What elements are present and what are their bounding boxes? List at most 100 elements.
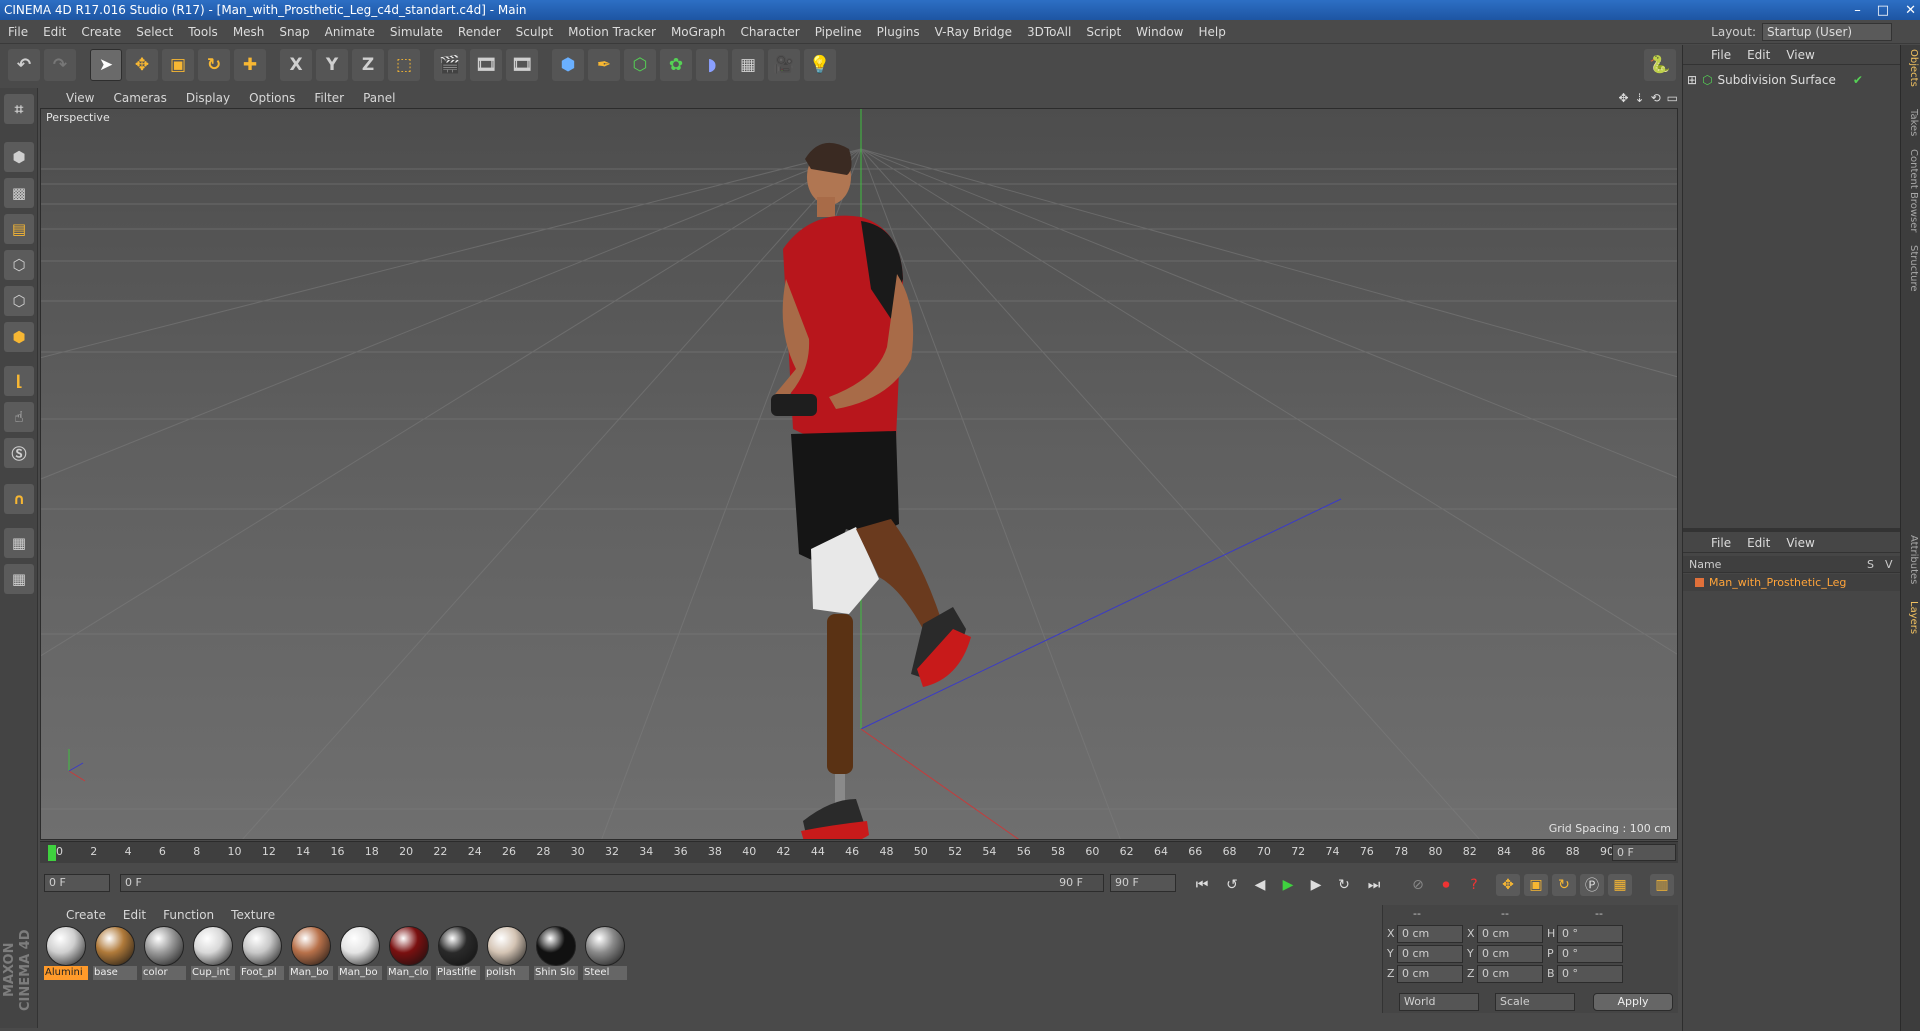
material-menu-edit[interactable]: Edit: [123, 908, 146, 922]
texture-mode-button[interactable]: ▩: [4, 178, 34, 208]
end-frame-field[interactable]: 90 F: [1110, 874, 1176, 892]
tweak-mode-button[interactable]: ☝: [4, 402, 34, 432]
y-axis-button[interactable]: Y: [316, 49, 348, 81]
toggle-view-icon[interactable]: ▭: [1667, 91, 1678, 105]
object-row-subdivision[interactable]: ⊞ ⬡ Subdivision Surface ✔: [1687, 73, 1863, 87]
model-mode-button[interactable]: ⬢: [4, 142, 34, 172]
cube-button[interactable]: ⬢: [552, 49, 584, 81]
coord-value-field[interactable]: 0 °: [1557, 945, 1623, 963]
tab-objects[interactable]: Objects: [1903, 49, 1919, 87]
magnet-button[interactable]: ∩: [4, 484, 34, 514]
tab-takes[interactable]: Takes: [1903, 109, 1919, 136]
material-item[interactable]: Foot_pl: [240, 926, 284, 994]
live-select-button[interactable]: ➤: [90, 49, 122, 81]
scale-dropdown[interactable]: Scale: [1495, 993, 1575, 1011]
material-item[interactable]: base: [93, 926, 137, 994]
key-position-button[interactable]: ✥: [1496, 874, 1520, 896]
dolly-icon[interactable]: ⇣: [1635, 91, 1645, 105]
menu-edit[interactable]: Edit: [43, 25, 66, 39]
material-item[interactable]: color: [142, 926, 186, 994]
scale-button[interactable]: ▣: [162, 49, 194, 81]
menu-simulate[interactable]: Simulate: [390, 25, 443, 39]
tab-layers[interactable]: Layers: [1903, 601, 1919, 634]
record-keys-button[interactable]: ⊘: [1406, 874, 1430, 896]
menu-motion-tracker[interactable]: Motion Tracker: [568, 25, 656, 39]
redo-button[interactable]: ↷: [44, 49, 76, 81]
layer-menu-edit[interactable]: Edit: [1747, 536, 1770, 550]
next-key-button[interactable]: ↻: [1332, 874, 1356, 896]
viewport-menu-view[interactable]: View: [66, 91, 94, 105]
material-item[interactable]: Man_clo: [387, 926, 431, 994]
menu-vray-bridge[interactable]: V-Ray Bridge: [935, 25, 1012, 39]
coord-value-field[interactable]: 0 cm: [1477, 965, 1543, 983]
viewport-menu-options[interactable]: Options: [249, 91, 295, 105]
timeline-window-button[interactable]: ▥: [1650, 874, 1674, 896]
next-frame-button[interactable]: ▶: [1304, 874, 1328, 896]
maximize-button[interactable]: □: [1877, 3, 1889, 18]
orbit-icon[interactable]: ⟲: [1651, 91, 1661, 105]
world-dropdown[interactable]: World: [1399, 993, 1479, 1011]
lock-workplane-button[interactable]: ▦: [4, 528, 34, 558]
menu-create[interactable]: Create: [81, 25, 121, 39]
timeline-ruler[interactable]: 0 2 4 6 8 10 12 14 16 18 20 22 24 26 28 30 32 34 36 38 40 42 4…: [40, 841, 1678, 863]
perspective-viewport[interactable]: Perspective Grid Spacing : 100 cm: [40, 108, 1678, 840]
menu-render[interactable]: Render: [458, 25, 501, 39]
menu-file[interactable]: File: [8, 25, 28, 39]
material-item[interactable]: Steel: [583, 926, 627, 994]
menu-3dtoall[interactable]: 3DToAll: [1027, 25, 1071, 39]
menu-help[interactable]: Help: [1198, 25, 1225, 39]
recent-tools-button[interactable]: ✚: [234, 49, 266, 81]
layer-row[interactable]: Man_with_Prosthetic_Leg: [1683, 574, 1901, 591]
menu-sculpt[interactable]: Sculpt: [516, 25, 553, 39]
axis-mode-button[interactable]: ⌊: [4, 366, 34, 396]
menu-mograph[interactable]: MoGraph: [671, 25, 726, 39]
object-menu-edit[interactable]: Edit: [1747, 48, 1770, 62]
points-mode-button[interactable]: ⬡: [4, 250, 34, 280]
python-button[interactable]: 🐍: [1644, 49, 1676, 81]
key-parameter-button[interactable]: Ⓟ: [1580, 874, 1604, 896]
menu-animate[interactable]: Animate: [325, 25, 375, 39]
make-editable-button[interactable]: ⌗: [4, 94, 34, 124]
material-menu-texture[interactable]: Texture: [231, 908, 275, 922]
polygons-mode-button[interactable]: ⬢: [4, 322, 34, 352]
expand-icon[interactable]: ⊞: [1687, 73, 1697, 87]
key-pla-button[interactable]: ▦: [1608, 874, 1632, 896]
previous-key-button[interactable]: ↺: [1220, 874, 1244, 896]
material-item[interactable]: Alumini: [44, 926, 88, 994]
viewport-menu-panel[interactable]: Panel: [363, 91, 395, 105]
coord-value-field[interactable]: 0 cm: [1397, 965, 1463, 983]
material-item[interactable]: Shin Slo: [534, 926, 578, 994]
previous-frame-button[interactable]: ◀: [1248, 874, 1272, 896]
coord-value-field[interactable]: 0 cm: [1477, 925, 1543, 943]
tab-attributes[interactable]: Attributes: [1903, 535, 1919, 584]
coord-value-field[interactable]: 0 °: [1557, 965, 1623, 983]
undo-button[interactable]: ↶: [8, 49, 40, 81]
workplane-button[interactable]: ▤: [4, 214, 34, 244]
material-item[interactable]: polish: [485, 926, 529, 994]
material-menu-function[interactable]: Function: [163, 908, 214, 922]
autokey-button[interactable]: ⏺: [1434, 874, 1458, 896]
go-to-end-button[interactable]: ⏭: [1362, 874, 1386, 896]
playhead-marker[interactable]: [48, 845, 56, 861]
move-button[interactable]: ✥: [126, 49, 158, 81]
key-scale-button[interactable]: ▣: [1524, 874, 1548, 896]
material-item[interactable]: Plastifie: [436, 926, 480, 994]
layout-dropdown[interactable]: Startup (User): [1762, 23, 1892, 41]
key-rotation-button[interactable]: ↻: [1552, 874, 1576, 896]
menu-tools[interactable]: Tools: [188, 25, 218, 39]
material-item[interactable]: Cup_int: [191, 926, 235, 994]
menu-plugins[interactable]: Plugins: [877, 25, 920, 39]
menu-script[interactable]: Script: [1086, 25, 1121, 39]
rotate-button[interactable]: ↻: [198, 49, 230, 81]
object-menu-view[interactable]: View: [1786, 48, 1814, 62]
menu-mesh[interactable]: Mesh: [233, 25, 265, 39]
viewport-menu-display[interactable]: Display: [186, 91, 230, 105]
coord-value-field[interactable]: 0 °: [1557, 925, 1623, 943]
apply-button[interactable]: Apply: [1593, 993, 1673, 1011]
visibility-check-icon[interactable]: ✔: [1853, 73, 1863, 87]
x-axis-button[interactable]: X: [280, 49, 312, 81]
layer-menu-file[interactable]: File: [1711, 536, 1731, 550]
edges-mode-button[interactable]: ⬡: [4, 286, 34, 316]
layer-menu-view[interactable]: View: [1786, 536, 1814, 550]
current-frame-field[interactable]: 0 F: [1612, 844, 1676, 861]
